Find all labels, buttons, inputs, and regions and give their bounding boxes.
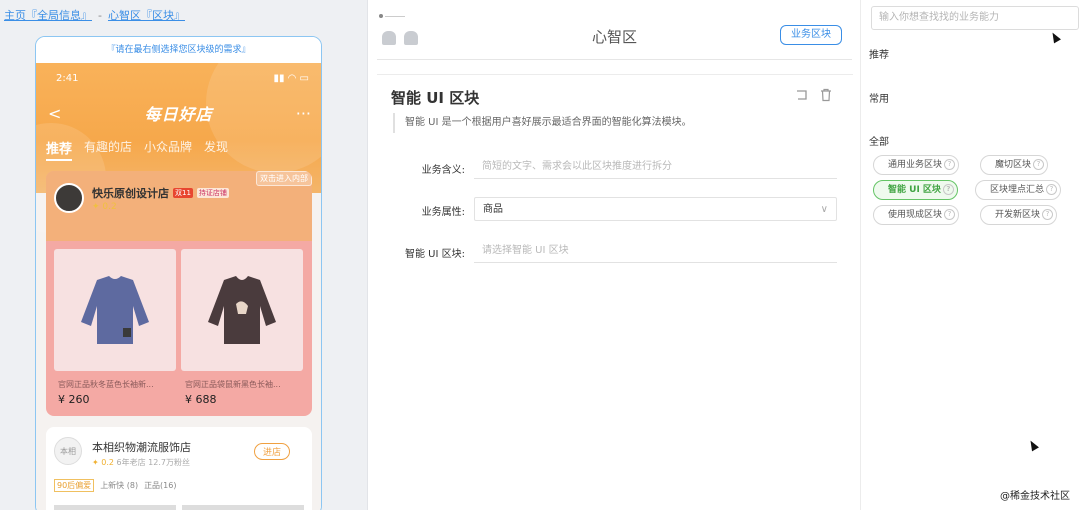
product-price: ¥ 260 xyxy=(58,393,90,406)
product-title: 官网正品秋冬蓝色长袖新... xyxy=(58,380,154,389)
phone-tabs: 推荐 有趣的店 小众品牌 发现 xyxy=(46,138,228,161)
chip-general-block[interactable]: 通用业务区块? xyxy=(873,155,960,175)
form-label: 业务含义: xyxy=(421,165,465,176)
phone-navbar: < 每日好店 ··· xyxy=(48,101,311,125)
business-block-button[interactable]: 业务区块 xyxy=(780,25,842,45)
smart-ui-block-input[interactable]: 请选择智能 UI 区块 xyxy=(474,239,837,263)
chip-label: 开发新区块 xyxy=(995,210,1041,220)
phone-tab-fun-shops[interactable]: 有趣的店 xyxy=(84,138,132,161)
phone-tab-niche-brands[interactable]: 小众品牌 xyxy=(144,138,192,161)
editor-panel: 心智区 业务区块 智能 UI 区块 智能 UI 是一个根据用户喜好展示最适合界面… xyxy=(369,0,860,510)
form-row-business-attribute: 业务属性: 商品 ∨ xyxy=(377,197,853,223)
thumbnail xyxy=(54,505,176,510)
mouse-cursor-icon xyxy=(1027,438,1039,452)
phone-tab-discover[interactable]: 发现 xyxy=(204,138,228,161)
enter-inside-badge: 双击进入内部 xyxy=(256,171,312,186)
block-description: 智能 UI 是一个根据用户喜好展示最适合界面的智能化算法模块。 xyxy=(393,113,692,133)
chip-tracking-summary[interactable]: 区块埋点汇总? xyxy=(975,180,1062,200)
chip-use-existing-block[interactable]: 使用现成区块? xyxy=(873,205,960,225)
mouse-cursor-icon xyxy=(1049,30,1061,44)
form-label: 业务属性: xyxy=(421,207,465,218)
status-icons: ▮▮ ◠ ▭ xyxy=(273,73,309,84)
status-bar: 2:41 ▮▮ ◠ ▭ xyxy=(56,73,309,84)
shop-thumbnails xyxy=(54,505,304,510)
shop-avatar: 本相 xyxy=(54,437,82,465)
enter-shop-button[interactable]: 进店 xyxy=(253,443,290,460)
sweater-black-image xyxy=(208,276,276,344)
shop-name: 快乐原创设计店 xyxy=(92,187,169,200)
chevron-down-icon: ∨ xyxy=(820,204,828,215)
section-all: 全部 xyxy=(869,137,889,148)
app-root: 主页『全局信息』 - 心智区『区块』 『请在最右侧选择您区块级的需求』 2:41 ▮… xyxy=(0,0,1080,510)
shop-rating: ✦ 0.2 xyxy=(92,458,114,467)
breadcrumb: 主页『全局信息』 - 心智区『区块』 xyxy=(4,7,185,23)
block-editor: 智能 UI 区块 智能 UI 是一个根据用户喜好展示最适合界面的智能化算法模块。… xyxy=(377,74,853,494)
form-label: 智能 UI 区块: xyxy=(405,249,465,260)
shop-stats: 6年老店 12.7万粉丝 xyxy=(116,458,190,467)
product-price: ¥ 688 xyxy=(185,393,217,406)
product-title: 官网正品袋鼠新黑色长袖... xyxy=(185,380,281,389)
app-logo: 每日好店 xyxy=(144,105,213,124)
breadcrumb-home-link[interactable]: 主页『全局信息』 xyxy=(4,9,92,22)
chip-smart-ui-block[interactable]: 智能 UI 区块? xyxy=(873,180,958,200)
form-row-smart-ui-block: 智能 UI 区块: 请选择智能 UI 区块 xyxy=(377,239,853,265)
chip-label: 使用现成区块 xyxy=(888,210,943,220)
more-icon[interactable]: ··· xyxy=(296,104,311,123)
shop-avatar xyxy=(54,183,84,213)
shop-rating: ✦ 0.2 xyxy=(92,202,117,212)
help-icon[interactable]: ? xyxy=(942,184,954,195)
chip-label: 区块埋点汇总 xyxy=(990,185,1045,195)
phone-preview-frame: 『请在最右侧选择您区块级的需求』 2:41 ▮▮ ◠ ▭ < 每日好店 ··· xyxy=(35,36,322,510)
help-icon[interactable]: ? xyxy=(1046,184,1058,195)
editor-header: 心智区 业务区块 xyxy=(377,14,852,60)
product-image[interactable] xyxy=(181,249,303,371)
watermark: @稀金技术社区 xyxy=(1000,491,1070,502)
double11-badge: 双11 xyxy=(173,188,193,198)
product-image[interactable] xyxy=(54,249,176,371)
chip-label: 智能 UI 区块 xyxy=(888,185,941,195)
certified-badge: 持证店铺 xyxy=(196,188,229,198)
breadcrumb-current-link[interactable]: 心智区『区块』 xyxy=(108,9,185,22)
chip-develop-new-block[interactable]: 开发新区块? xyxy=(980,205,1058,225)
capability-search-input[interactable]: 输入你想查找找的业务能力 xyxy=(871,6,1079,30)
thumbnail xyxy=(182,505,304,510)
breadcrumb-separator: - xyxy=(98,9,102,22)
shop-meta: ✦ 0.2 6年老店 12.7万粉丝 xyxy=(92,457,190,468)
shop-card[interactable]: 本相 本相织物潮流服饰店 ✦ 0.2 6年老店 12.7万粉丝 进店 90后偏爱… xyxy=(46,427,312,510)
section-recommend: 推荐 xyxy=(869,50,889,61)
business-meaning-input[interactable]: 简短的文字、需求会以此区块推度进行拆分 xyxy=(474,155,837,179)
chip-label: 魔切区块 xyxy=(995,160,1032,170)
shop-card-highlighted[interactable]: 双击进入内部 快乐原创设计店 双11 持证店铺 ✦ 0.2 官网正品秋冬蓝色长袖… xyxy=(46,171,312,416)
undo-icon[interactable] xyxy=(795,88,809,102)
help-icon[interactable]: ? xyxy=(1033,159,1045,170)
preview-panel: 主页『全局信息』 - 心智区『区块』 『请在最右侧选择您区块级的需求』 2:41 ▮… xyxy=(0,0,368,510)
shop-name-row: 快乐原创设计店 双11 持证店铺 xyxy=(92,185,229,201)
help-icon[interactable]: ? xyxy=(1042,209,1054,220)
shop-name: 本相织物潮流服饰店 xyxy=(92,441,191,454)
form-row-business-meaning: 业务含义: 简短的文字、需求会以此区块推度进行拆分 xyxy=(377,155,853,181)
sweater-blue-image xyxy=(81,276,149,344)
progress-indicator xyxy=(379,14,405,18)
block-title: 智能 UI 区块 xyxy=(391,89,480,107)
trash-icon[interactable] xyxy=(819,88,833,102)
back-icon[interactable]: < xyxy=(48,104,61,123)
chip-magic-cut-block[interactable]: 魔切区块? xyxy=(980,155,1049,175)
shop-tag: 上新快 (8) xyxy=(100,481,139,490)
section-common: 常用 xyxy=(869,94,889,105)
phone-screen[interactable]: 2:41 ▮▮ ◠ ▭ < 每日好店 ··· 推荐 有趣的店 小众品牌 发现 双… xyxy=(36,63,321,510)
shop-tag: 正品(16) xyxy=(144,481,177,490)
business-attribute-select[interactable]: 商品 ∨ xyxy=(474,197,837,221)
phone-tab-recommend[interactable]: 推荐 xyxy=(46,138,73,161)
select-value: 商品 xyxy=(483,204,503,215)
shop-tags: 90后偏爱 上新快 (8) 正品(16) xyxy=(54,479,176,492)
shop-tag: 90后偏爱 xyxy=(54,479,95,492)
chip-label: 通用业务区块 xyxy=(888,160,943,170)
status-time: 2:41 xyxy=(56,73,79,84)
help-icon[interactable]: ? xyxy=(944,159,956,170)
capability-panel: 输入你想查找找的业务能力 推荐 常用 全部 通用业务区块? 魔切区块? 智能 U… xyxy=(860,0,1080,510)
help-icon[interactable]: ? xyxy=(944,209,956,220)
phone-hint: 『请在最右侧选择您区块级的需求』 xyxy=(36,37,321,63)
